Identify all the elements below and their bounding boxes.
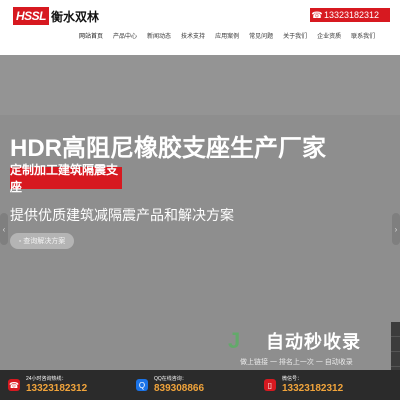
side-social-item[interactable] (391, 337, 400, 352)
nav-item-about[interactable]: 关于我们 (278, 30, 312, 44)
hero-background-shape (0, 55, 400, 115)
phone-icon: ☎ (8, 379, 20, 391)
watermark-subtitle: 做上链接 一 排名上一次 一 自动收录 (240, 359, 353, 366)
nav-item-products[interactable]: 产品中心 (108, 30, 142, 44)
solution-button-label: 查询解决方案 (23, 238, 66, 245)
contact-label: 24小时咨询热线： (26, 376, 67, 382)
side-social-bar (391, 322, 400, 370)
main-nav: 网站首页 产品中心 新闻动态 技术支持 应用案例 常见问题 关于我们 企业资质 … (74, 30, 375, 44)
contact-item-mobile[interactable]: ▯ 微信号： 13323182312 (264, 375, 384, 395)
watermark-logo: J (228, 328, 241, 353)
side-social-item[interactable] (391, 322, 400, 337)
phone-icon: ☎ (311, 9, 323, 20)
site-logo[interactable]: HSSL 衡水双林 (13, 6, 99, 26)
site-header: HSSL 衡水双林 ☎ 13323182312 网站首页 产品中心 新闻动态 技… (0, 0, 400, 55)
header-phone[interactable]: ☎ 13323182312 (310, 8, 390, 22)
contact-label: 微信号： (282, 376, 303, 382)
logo-mark: HSSL (13, 7, 50, 25)
contact-label: QQ在线咨询： (154, 376, 187, 382)
qq-icon: Q (136, 379, 148, 391)
solution-button[interactable]: ▫ 查询解决方案 (10, 233, 74, 249)
nav-item-contact[interactable]: 联系我们 (346, 30, 380, 44)
side-social-item[interactable] (391, 352, 400, 367)
hero-title: HDR高阻尼橡胶支座生产厂家 (10, 135, 326, 162)
nav-item-support[interactable]: 技术支持 (176, 30, 210, 44)
nav-item-qualification[interactable]: 企业资质 (312, 30, 346, 44)
contact-item-qq[interactable]: Q QQ在线咨询： 839308866 (136, 375, 256, 395)
search-icon: ▫ (18, 237, 22, 245)
contact-item-hotline[interactable]: ☎ 24小时咨询热线： 13323182312 (8, 375, 128, 395)
carousel-prev-button[interactable]: ‹ (0, 213, 8, 245)
mobile-icon: ▯ (264, 379, 276, 391)
contact-bar: ☎ 24小时咨询热线： 13323182312 Q QQ在线咨询： 839308… (0, 370, 400, 400)
hero-subtitle: 提供优质建筑减隔震产品和解决方案 (10, 207, 234, 223)
contact-value: 13323182312 (26, 383, 88, 394)
chevron-left-icon: ‹ (2, 224, 6, 234)
nav-item-faq[interactable]: 常见问题 (244, 30, 278, 44)
watermark-title: 自动秒收录 (266, 332, 361, 352)
nav-item-home[interactable]: 网站首页 (74, 30, 108, 44)
hero-tagline: 定制加工建筑隔震支座 (10, 163, 122, 194)
contact-value: 839308866 (154, 383, 205, 394)
carousel-next-button[interactable]: › (392, 213, 400, 245)
header-phone-number: 13323182312 (324, 10, 380, 20)
contact-value: 13323182312 (282, 383, 344, 394)
chevron-right-icon: › (394, 224, 398, 234)
nav-item-news[interactable]: 新闻动态 (142, 30, 176, 44)
logo-text: 衡水双林 (51, 9, 100, 24)
nav-item-cases[interactable]: 应用案例 (210, 30, 244, 44)
